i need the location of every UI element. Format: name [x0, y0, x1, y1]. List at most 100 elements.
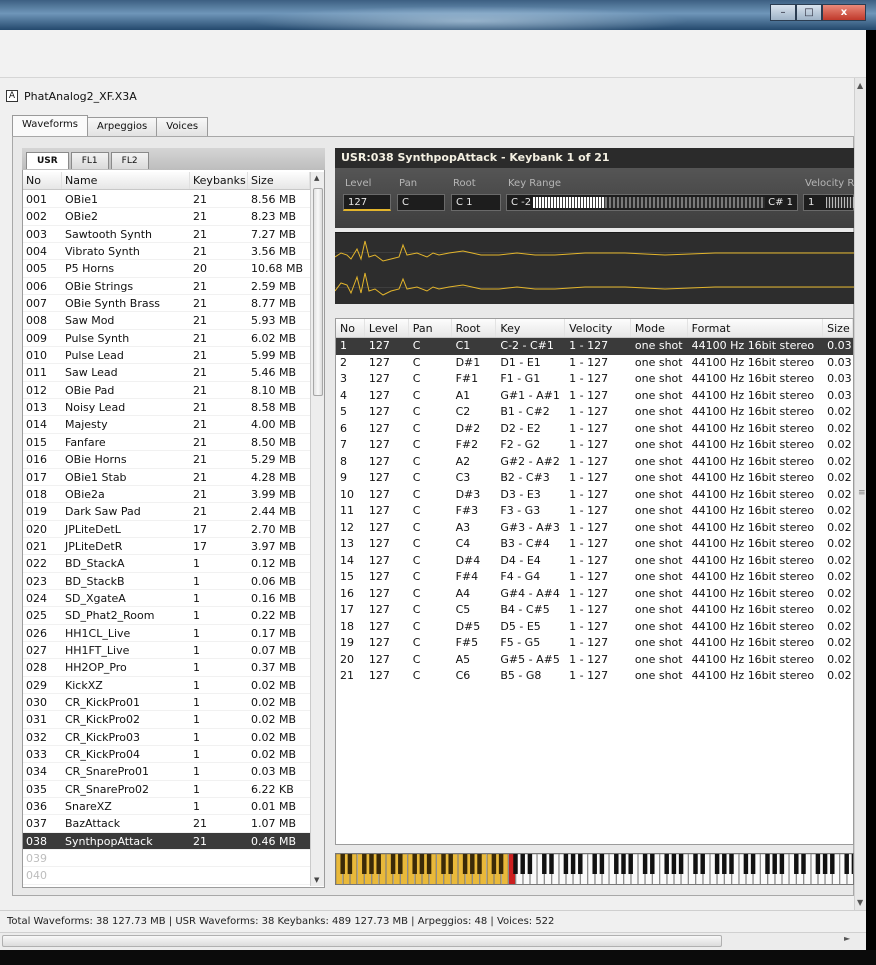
root-field[interactable]: C 1: [451, 194, 501, 211]
black-key[interactable]: [830, 854, 835, 874]
scroll-up-arrow-icon[interactable]: ▲: [314, 174, 319, 182]
keybank-row[interactable]: 13 127 C C4 B3 - C#4 1 - 127 one shot 44100 Hz …: [336, 536, 853, 553]
black-key[interactable]: [678, 854, 684, 874]
keybank-row[interactable]: 5 127 C C2 B1 - C#2 1 - 127 one shot 44100 Hz 1…: [336, 404, 853, 421]
waveform-row[interactable]: 007 OBie Synth Brass 21 8.77 MB: [23, 295, 310, 313]
black-key[interactable]: [722, 854, 727, 874]
black-key[interactable]: [621, 854, 626, 874]
black-key[interactable]: [527, 854, 533, 874]
window-vertical-scrollbar[interactable]: ▲ ≡ ▼: [854, 78, 866, 910]
waveform-row[interactable]: 005 P5 Horns 20 10.68 MB: [23, 260, 310, 278]
black-key[interactable]: [470, 854, 475, 874]
scroll-up-arrow-icon[interactable]: ▲: [857, 81, 863, 90]
close-button[interactable]: x: [822, 4, 866, 21]
black-key[interactable]: [570, 854, 576, 874]
waveform-row[interactable]: 039: [23, 850, 310, 868]
column-header-size[interactable]: Size: [823, 319, 853, 337]
black-key[interactable]: [772, 854, 777, 874]
waveform-row[interactable]: 037 BazAttack 21 1.07 MB: [23, 815, 310, 833]
column-header-root[interactable]: Root: [452, 319, 497, 337]
black-key[interactable]: [347, 854, 353, 874]
column-header-name[interactable]: Name: [62, 172, 190, 189]
waveform-row[interactable]: 019 Dark Saw Pad 21 2.44 MB: [23, 503, 310, 521]
waveform-row[interactable]: 012 OBie Pad 21 8.10 MB: [23, 382, 310, 400]
keybank-row[interactable]: 15 127 C F#4 F4 - G4 1 - 127 one shot 44100 Hz …: [336, 569, 853, 586]
waveform-row[interactable]: 010 Pulse Lead 21 5.99 MB: [23, 347, 310, 365]
black-key[interactable]: [578, 854, 583, 874]
tab-fl2[interactable]: FL2: [110, 152, 149, 169]
black-key[interactable]: [815, 854, 821, 874]
tab-fl1[interactable]: FL1: [70, 152, 109, 169]
black-key[interactable]: [498, 854, 504, 874]
keybank-row[interactable]: 1 127 C C1 C-2 - C#1 1 - 127 one shot 44100 Hz …: [336, 338, 853, 355]
black-key[interactable]: [376, 854, 381, 874]
scrollbar-thumb[interactable]: [313, 188, 323, 396]
tab-voices[interactable]: Voices: [156, 117, 209, 136]
black-key[interactable]: [448, 854, 453, 874]
waveform-row[interactable]: 006 OBie Strings 21 2.59 MB: [23, 278, 310, 296]
black-key[interactable]: [563, 854, 569, 874]
waveform-row[interactable]: 016 OBie Horns 21 5.29 MB: [23, 451, 310, 469]
waveform-row[interactable]: 031 CR_KickPro02 1 0.02 MB: [23, 711, 310, 729]
waveform-row[interactable]: 025 SD_Phat2_Room 1 0.22 MB: [23, 607, 310, 625]
waveform-row[interactable]: 002 OBie2 21 8.23 MB: [23, 208, 310, 226]
black-key[interactable]: [477, 854, 482, 874]
black-key[interactable]: [664, 854, 669, 874]
column-header-mode[interactable]: Mode: [631, 319, 688, 337]
waveform-row[interactable]: 027 HH1FT_Live 1 0.07 MB: [23, 642, 310, 660]
black-key[interactable]: [426, 854, 432, 874]
waveform-row[interactable]: 024 SD_XgateA 1 0.16 MB: [23, 590, 310, 608]
black-key[interactable]: [520, 854, 525, 874]
keybank-row[interactable]: 3 127 C F#1 F1 - G1 1 - 127 one shot 44100 Hz 1…: [336, 371, 853, 388]
black-key[interactable]: [765, 854, 770, 874]
black-key[interactable]: [369, 854, 374, 874]
black-key[interactable]: [729, 854, 734, 874]
keybank-row[interactable]: 17 127 C C5 B4 - C#5 1 - 127 one shot 44100 Hz …: [336, 602, 853, 619]
column-header-key[interactable]: Key: [496, 319, 566, 337]
black-key[interactable]: [801, 854, 806, 874]
waveform-row[interactable]: 018 OBie2a 21 3.99 MB: [23, 486, 310, 504]
waveform-row[interactable]: 004 Vibrato Synth 21 3.56 MB: [23, 243, 310, 261]
black-key[interactable]: [542, 854, 547, 874]
waveform-row[interactable]: 021 JPLiteDetR 17 3.97 MB: [23, 538, 310, 556]
black-key[interactable]: [441, 854, 446, 874]
keybank-row[interactable]: 7 127 C F#2 F2 - G2 1 - 127 one shot 44100 Hz 1…: [336, 437, 853, 454]
black-key[interactable]: [419, 854, 425, 874]
tab-waveforms[interactable]: Waveforms: [12, 115, 88, 136]
column-header-no[interactable]: No: [336, 319, 365, 337]
waveform-row[interactable]: 011 Saw Lead 21 5.46 MB: [23, 364, 310, 382]
column-header-no[interactable]: No: [23, 172, 62, 189]
black-key[interactable]: [700, 854, 705, 874]
waveform-row[interactable]: 009 Pulse Synth 21 6.02 MB: [23, 330, 310, 348]
horizontal-scrollbar-thumb[interactable]: [2, 935, 722, 947]
tab-usr[interactable]: USR: [26, 152, 69, 169]
black-key[interactable]: [491, 854, 497, 874]
minimize-button[interactable]: –: [770, 4, 796, 21]
waveform-row[interactable]: 014 Majesty 21 4.00 MB: [23, 416, 310, 434]
keybank-row[interactable]: 11 127 C F#3 F3 - G3 1 - 127 one shot 44100 Hz …: [336, 503, 853, 520]
black-key[interactable]: [390, 854, 396, 874]
keybank-row[interactable]: 9 127 C C3 B2 - C#3 1 - 127 one shot 44100 Hz 1…: [336, 470, 853, 487]
keybank-row[interactable]: 16 127 C A4 G#4 - A#4 1 - 127 one shot 44100 Hz…: [336, 586, 853, 603]
waveform-row[interactable]: 013 Noisy Lead 21 8.58 MB: [23, 399, 310, 417]
black-key[interactable]: [779, 854, 785, 874]
black-key[interactable]: [822, 854, 828, 874]
keybank-row[interactable]: 20 127 C A5 G#5 - A#5 1 - 127 one shot 44100 Hz…: [336, 652, 853, 669]
scroll-right-arrow-icon[interactable]: ►: [844, 934, 850, 943]
waveform-row[interactable]: 028 HH2OP_Pro 1 0.37 MB: [23, 659, 310, 677]
scroll-down-arrow-icon[interactable]: ▼: [857, 898, 863, 907]
waveform-row[interactable]: 034 CR_SnarePro01 1 0.03 MB: [23, 763, 310, 781]
keybank-row[interactable]: 8 127 C A2 G#2 - A#2 1 - 127 one shot 44100 Hz …: [336, 454, 853, 471]
waveform-row[interactable]: 023 BD_StackB 1 0.06 MB: [23, 573, 310, 590]
keybank-row[interactable]: 19 127 C F#5 F5 - G5 1 - 127 one shot 44100 Hz …: [336, 635, 853, 652]
keybank-row[interactable]: 14 127 C D#4 D4 - E4 1 - 127 one shot 44100 Hz …: [336, 553, 853, 570]
waveform-row[interactable]: 026 HH1CL_Live 1 0.17 MB: [23, 625, 310, 642]
waveform-row[interactable]: 032 CR_KickPro03 1 0.02 MB: [23, 729, 310, 746]
key-range-slider[interactable]: [533, 197, 765, 208]
black-key[interactable]: [513, 854, 518, 874]
column-header-format[interactable]: Format: [688, 319, 824, 337]
black-key[interactable]: [462, 854, 468, 874]
waveform-row[interactable]: 003 Sawtooth Synth 21 7.27 MB: [23, 226, 310, 244]
black-key[interactable]: [362, 854, 367, 874]
waveform-row[interactable]: 035 CR_SnarePro02 1 6.22 KB: [23, 781, 310, 799]
